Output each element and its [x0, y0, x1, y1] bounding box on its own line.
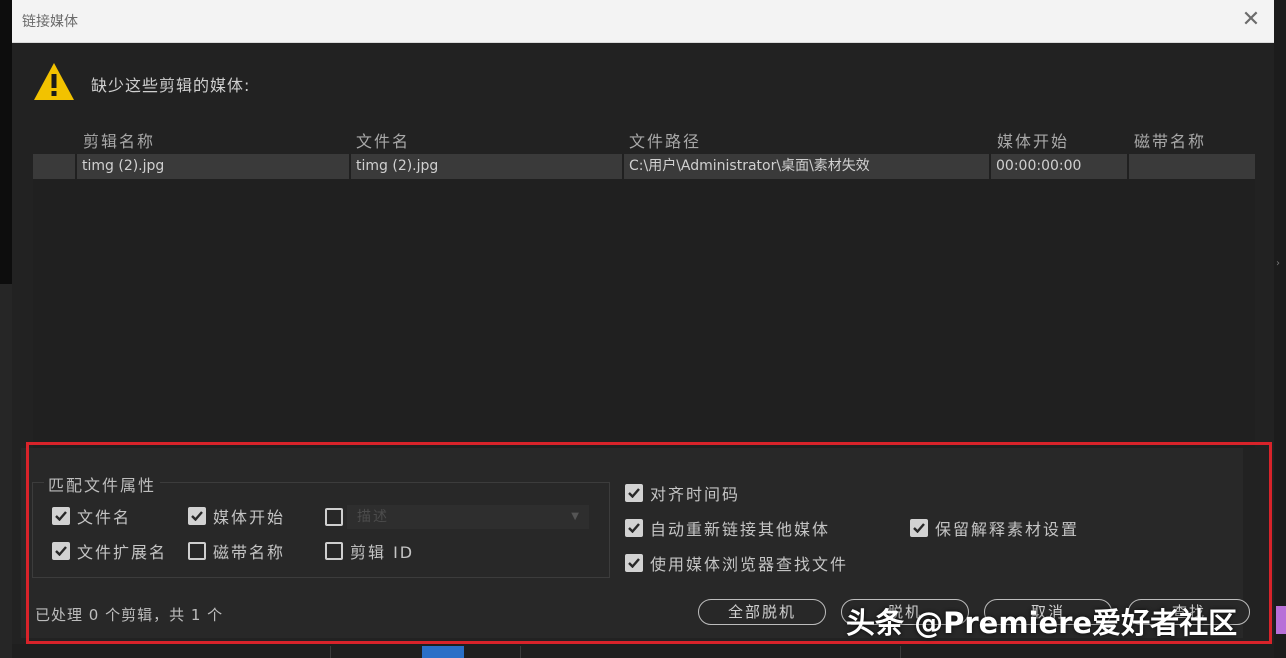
checkbox-label: 保留解释素材设置 [935, 520, 1080, 539]
cell-file-name: timg (2).jpg [349, 154, 621, 179]
timeline-divider [520, 646, 521, 658]
checkbox-label: 剪辑 ID [350, 543, 415, 562]
column-file-name[interactable]: 文件名 [356, 128, 410, 152]
timeline-clip-marker [1276, 606, 1286, 634]
checkbox-unchecked-icon [325, 542, 343, 560]
timeline-divider [330, 646, 331, 658]
match-properties-legend: 匹配文件属性 [44, 472, 161, 496]
checkbox-checked-icon [52, 507, 70, 525]
app-left-panel [0, 284, 12, 658]
checkbox-label: 媒体开始 [213, 508, 286, 527]
checkbox-unchecked-icon [188, 542, 206, 560]
checkbox-label: 自动重新链接其他媒体 [650, 520, 831, 539]
checkbox-description[interactable] [325, 508, 343, 526]
table-header: 剪辑名称 文件名 文件路径 媒体开始 磁带名称 [33, 124, 1255, 154]
close-icon[interactable]: ✕ [1238, 8, 1264, 34]
dialog-titlebar: 链接媒体 ✕ [12, 0, 1274, 43]
missing-media-message: 缺少这些剪辑的媒体: [91, 76, 251, 95]
watermark-text: 头条 @Premiere爱好者社区 [846, 606, 1238, 640]
checkbox-checked-icon [52, 542, 70, 560]
column-clip-name[interactable]: 剪辑名称 [83, 128, 155, 152]
match-properties-group [32, 482, 610, 578]
checkbox-file-extension[interactable]: 文件扩展名 [52, 539, 167, 563]
cell-file-path: C:\用户\Administrator\桌面\素材失效 [622, 154, 988, 179]
table-row[interactable]: timg (2).jpg timg (2).jpg C:\用户\Administ… [33, 154, 1255, 179]
checkbox-label: 磁带名称 [213, 543, 286, 562]
chevron-down-icon: ▼ [571, 511, 581, 522]
checkbox-checked-icon [188, 507, 206, 525]
column-media-start[interactable]: 媒体开始 [997, 128, 1069, 152]
panel-arrow-icon: › [1276, 258, 1280, 269]
cell-tape-name [1127, 154, 1255, 179]
checkbox-label: 对齐时间码 [650, 485, 741, 504]
column-tape-name[interactable]: 磁带名称 [1134, 128, 1206, 152]
offline-all-button[interactable]: 全部脱机 [698, 599, 826, 625]
checkbox-auto-relink[interactable]: 自动重新链接其他媒体 [625, 516, 830, 540]
checkbox-label: 文件扩展名 [77, 543, 168, 562]
checkbox-label: 文件名 [77, 508, 132, 527]
app-right-edge [1274, 0, 1286, 658]
dialog-title: 链接媒体 [22, 14, 78, 30]
cell-media-start: 00:00:00:00 [989, 154, 1127, 179]
select-value: 描述 [357, 509, 389, 525]
cell-clip-name: timg (2).jpg [75, 154, 347, 179]
missing-media-table: 剪辑名称 文件名 文件路径 媒体开始 磁带名称 timg (2).jpg tim… [33, 124, 1255, 448]
checkbox-preserve-interpret[interactable]: 保留解释素材设置 [910, 516, 1079, 540]
checkbox-clip-id[interactable]: 剪辑 ID [325, 539, 414, 563]
column-file-path[interactable]: 文件路径 [629, 128, 701, 152]
checkbox-unchecked-icon [325, 508, 343, 526]
checkbox-checked-icon [625, 519, 643, 537]
description-select[interactable]: 描述 ▼ [347, 505, 589, 529]
app-timeline-strip [12, 644, 1274, 658]
checkbox-align-timecode[interactable]: 对齐时间码 [625, 481, 740, 505]
checkbox-filename[interactable]: 文件名 [52, 504, 131, 528]
checkbox-media-start[interactable]: 媒体开始 [188, 504, 285, 528]
warning-triangle-icon [34, 63, 74, 100]
checkbox-use-media-browser[interactable]: 使用媒体浏览器查找文件 [625, 551, 848, 575]
row-handle [33, 154, 75, 179]
timeline-divider [900, 646, 901, 658]
timeline-active-tool [422, 646, 464, 658]
checkbox-checked-icon [625, 554, 643, 572]
checkbox-tape-name[interactable]: 磁带名称 [188, 539, 285, 563]
checkbox-checked-icon [625, 484, 643, 502]
checkbox-checked-icon [910, 519, 928, 537]
checkbox-label: 使用媒体浏览器查找文件 [650, 555, 849, 574]
status-text: 已处理 0 个剪辑，共 1 个 [35, 606, 224, 624]
